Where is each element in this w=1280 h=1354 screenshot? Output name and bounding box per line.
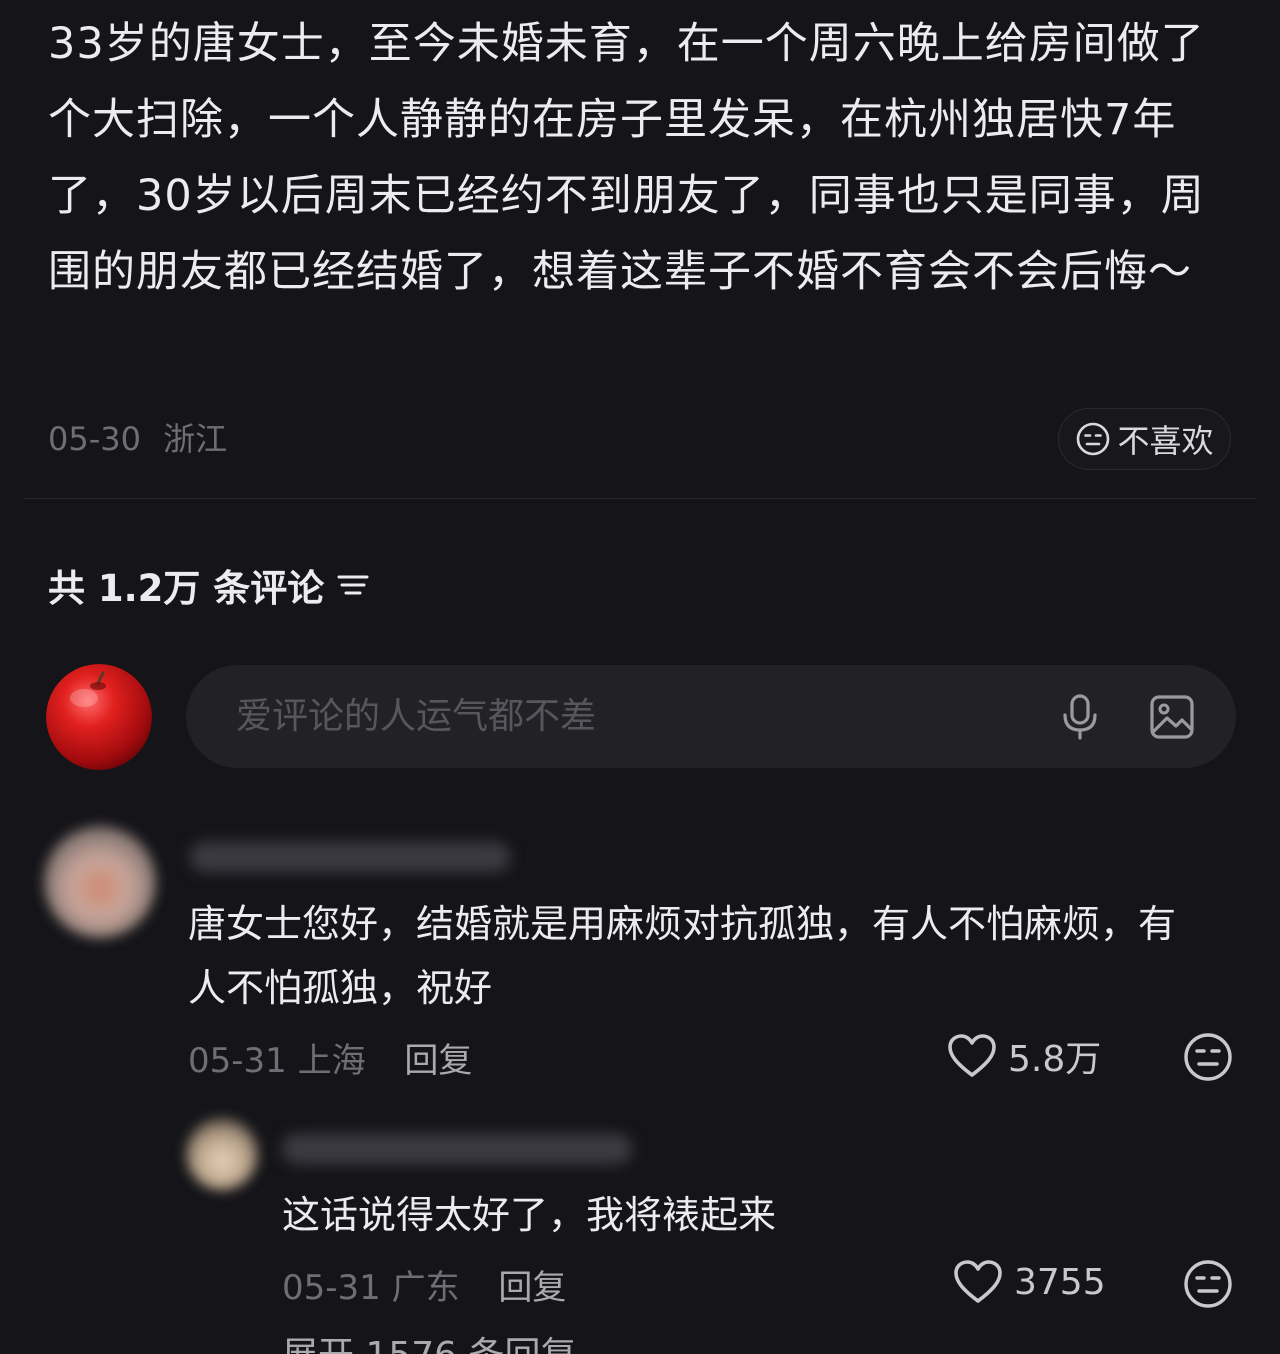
expand-replies-link[interactable]: 展开 1576 条回复 xyxy=(282,1326,577,1354)
dislike-button[interactable]: 不喜欢 xyxy=(1058,408,1231,470)
neutral-face-icon[interactable] xyxy=(1182,1258,1234,1310)
like-count: 5.8万 xyxy=(1008,1039,1102,1080)
dislike-label: 不喜欢 xyxy=(1117,422,1214,460)
reply-button[interactable]: 回复 xyxy=(404,1041,472,1081)
reply-avatar[interactable] xyxy=(186,1118,258,1190)
comment-input-bar[interactable] xyxy=(186,665,1236,768)
neutral-face-icon xyxy=(1077,422,1110,456)
heart-outline-icon xyxy=(948,1034,996,1077)
comments-header[interactable]: 共 1.2万 条评论 xyxy=(48,558,370,612)
post-date: 05-30 xyxy=(48,420,141,458)
comment-location: 上海 xyxy=(297,1041,366,1081)
reply-date: 05-31 xyxy=(282,1268,381,1308)
microphone-icon[interactable] xyxy=(1058,693,1102,741)
image-icon[interactable] xyxy=(1148,693,1196,741)
reply-location: 广东 xyxy=(391,1268,460,1308)
reply-text: 这话说得太好了，我将裱起来 xyxy=(282,1193,777,1237)
apple-avatar-icon xyxy=(46,664,152,770)
comment-like-button[interactable]: 5.8万 xyxy=(946,1030,1101,1082)
my-avatar[interactable] xyxy=(46,664,152,770)
post-detail-page: 33岁的唐女士，至今未婚未育，在一个周六晚上给房间做了个大扫除，一个人静静的在房… xyxy=(0,0,1280,1354)
comments-count: 共 1.2万 条评论 xyxy=(48,567,325,610)
reply-name-blurred[interactable] xyxy=(282,1134,632,1164)
comment-date: 05-31 xyxy=(188,1041,287,1081)
neutral-face-icon[interactable] xyxy=(1182,1031,1234,1083)
commenter-avatar[interactable] xyxy=(44,826,156,938)
post-body-text: 33岁的唐女士，至今未婚未育，在一个周六晚上给房间做了个大扫除，一个人静静的在房… xyxy=(48,19,1205,297)
reply-like-count: 3755 xyxy=(1014,1261,1106,1303)
divider xyxy=(24,498,1256,499)
reply-meta: 05-31 广东 回复 xyxy=(282,1260,566,1309)
commenter-name-blurred[interactable] xyxy=(190,842,510,872)
reply-to-reply-button[interactable]: 回复 xyxy=(498,1268,566,1308)
reply-like-button[interactable]: 3755 xyxy=(952,1258,1106,1306)
heart-outline-icon xyxy=(954,1260,1002,1303)
post-location: 浙江 xyxy=(163,420,228,458)
post-meta: 05-30 浙江 xyxy=(48,414,239,460)
comment-meta: 05-31 上海 回复 xyxy=(188,1033,472,1082)
comment-input[interactable] xyxy=(234,695,998,738)
sort-lines-icon[interactable] xyxy=(336,570,370,600)
comment-text: 唐女士您好，结婚就是用麻烦对抗孤独，有人不怕麻烦，有人不怕孤独，祝好 xyxy=(188,902,1177,1010)
